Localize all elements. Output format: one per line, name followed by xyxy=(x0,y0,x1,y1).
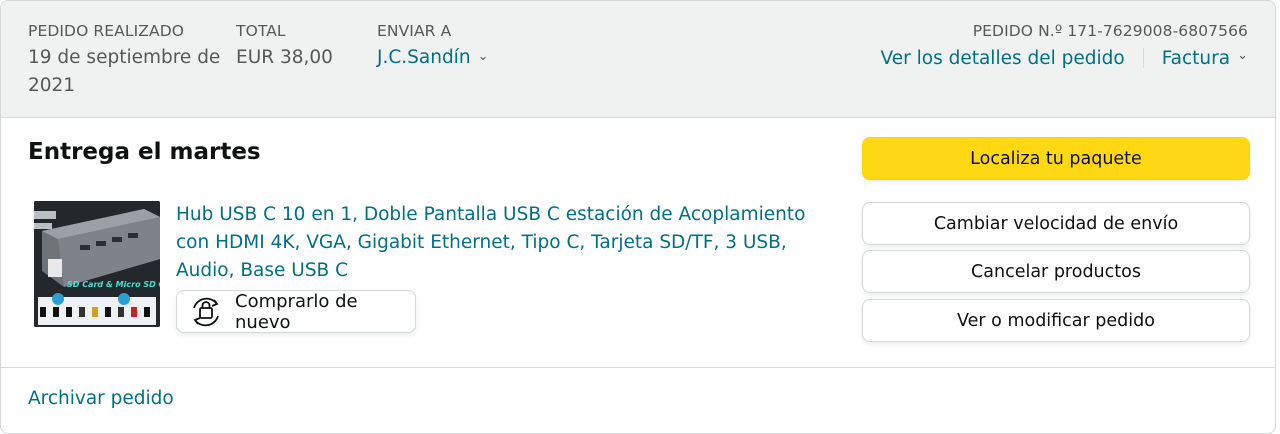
footer-divider xyxy=(1,367,1275,368)
order-card: PEDIDO REALIZADO 19 de septiembre de 202… xyxy=(0,0,1276,434)
order-placed-label: PEDIDO REALIZADO xyxy=(28,22,185,40)
buy-again-button[interactable]: Comprarlo de nuevo xyxy=(176,290,416,333)
order-total-label: TOTAL xyxy=(236,22,286,40)
track-package-button[interactable]: Localiza tu paquete xyxy=(862,137,1250,180)
chevron-down-icon: ⌄ xyxy=(477,49,489,64)
order-header-links: Ver los detalles del pedido Factura ⌄ xyxy=(881,44,1248,72)
product-image-caption: SD Card & Micro SD Card xyxy=(67,280,160,289)
buy-again-label: Comprarlo de nuevo xyxy=(235,290,358,333)
buy-again-icon xyxy=(188,294,224,330)
order-details-link[interactable]: Ver los detalles del pedido xyxy=(881,48,1125,69)
order-placed-date: 19 de septiembre de 2021 xyxy=(28,47,221,96)
product-title-link[interactable]: Hub USB C 10 en 1, Doble Pantalla USB C … xyxy=(176,201,836,285)
chevron-down-icon: ⌄ xyxy=(1237,47,1248,63)
order-number: PEDIDO N.º 171-7629008-6807566 xyxy=(972,22,1248,40)
invoice-link[interactable]: Factura xyxy=(1162,48,1230,69)
invoice-dropdown[interactable]: Factura ⌄ xyxy=(1162,48,1248,69)
product-image-graphic: SD Card & Micro SD Card xyxy=(34,201,160,327)
cancel-items-button[interactable]: Cancelar productos xyxy=(862,250,1250,293)
archive-order-link[interactable]: Archivar pedido xyxy=(28,388,174,409)
change-shipping-speed-button[interactable]: Cambiar velocidad de envío xyxy=(862,202,1250,245)
ship-to-label: ENVIAR A xyxy=(377,22,452,40)
ship-to-name[interactable]: J.C.Sandín xyxy=(377,47,471,68)
order-total-value: EUR 38,00 xyxy=(236,47,333,68)
delivery-status-title: Entrega el martes xyxy=(28,139,261,165)
header-divider xyxy=(1142,48,1144,68)
product-image[interactable]: SD Card & Micro SD Card xyxy=(34,201,160,327)
ship-to-recipient[interactable]: J.C.Sandín ⌄ xyxy=(377,44,488,74)
order-header: PEDIDO REALIZADO 19 de septiembre de 202… xyxy=(1,1,1275,118)
modify-order-button[interactable]: Ver o modificar pedido xyxy=(862,299,1250,342)
